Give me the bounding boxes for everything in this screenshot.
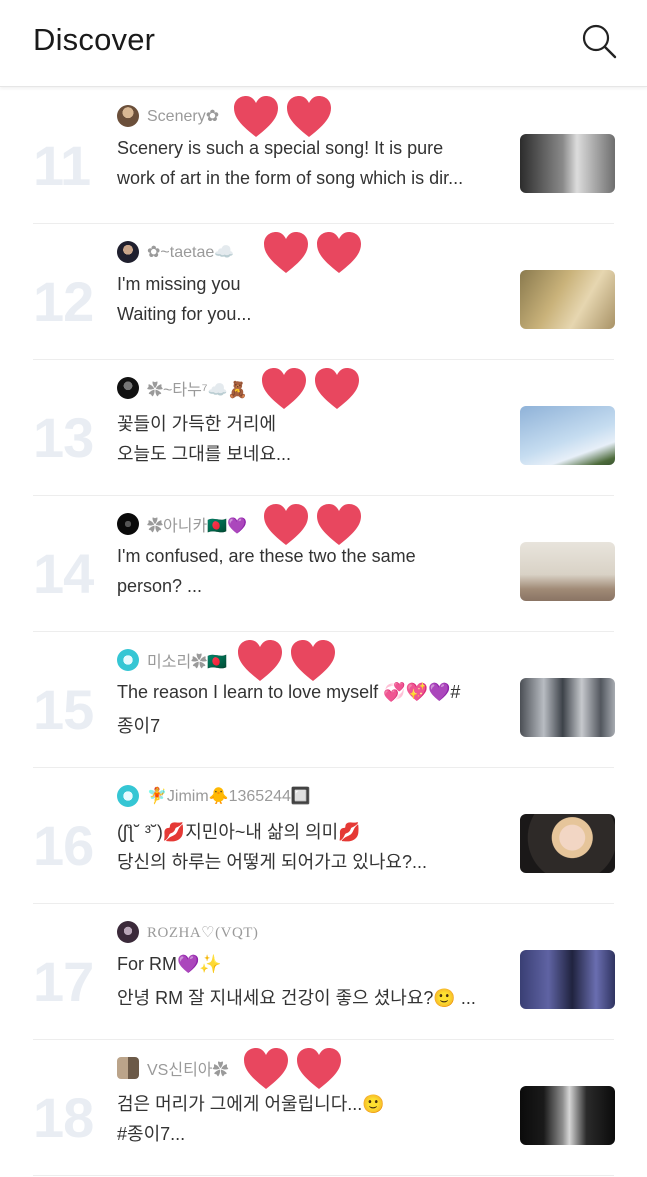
rank-number: 12 bbox=[33, 270, 94, 333]
heart-stickers bbox=[262, 502, 368, 548]
post-title: (ʃƪ˘ ³˘)💋지민아~내 삶의 의미💋 bbox=[117, 822, 361, 842]
list-item[interactable]: 18 VS신티아✿ 검은 머리가 그에게 어울립니다...🙂 #종이7... bbox=[0, 1040, 647, 1176]
username: 🧚Jimim🐥1365244🔲 bbox=[147, 788, 311, 805]
heart-stickers bbox=[262, 230, 368, 276]
heart-icon bbox=[317, 232, 361, 273]
rank-number: 11 bbox=[33, 134, 91, 197]
heart-icon bbox=[264, 504, 308, 545]
heart-icon bbox=[244, 1048, 288, 1089]
post-title: I'm confused, are these two the same bbox=[117, 546, 416, 566]
heart-icon bbox=[264, 232, 308, 273]
post-preview: work of art in the form of song which is… bbox=[117, 168, 464, 188]
heart-stickers bbox=[260, 366, 366, 412]
heart-icon bbox=[238, 640, 282, 681]
page-title: Discover bbox=[33, 22, 156, 57]
list-item[interactable]: 15 미소리✿🇧🇩 The reason I learn to love mys… bbox=[0, 632, 647, 768]
post-thumbnail[interactable] bbox=[520, 814, 615, 873]
post-thumbnail[interactable] bbox=[520, 270, 615, 329]
post-title: 검은 머리가 그에게 어울립니다...🙂 bbox=[117, 1094, 385, 1114]
heart-icon bbox=[234, 96, 278, 137]
heart-stickers bbox=[236, 638, 342, 684]
post-thumbnail[interactable] bbox=[520, 678, 615, 737]
avatar[interactable] bbox=[117, 1057, 139, 1079]
post-thumbnail[interactable] bbox=[520, 1086, 615, 1145]
divider bbox=[33, 1175, 614, 1176]
post-thumbnail[interactable] bbox=[520, 542, 615, 601]
post-preview: 당신의 하루는 어떻게 되어가고 있나요?... bbox=[117, 852, 427, 872]
username: ✿아니카🇧🇩💜 bbox=[147, 518, 248, 535]
author: ✿~taetae☁️ bbox=[117, 240, 234, 264]
post-title: 꽃들이 가득한 거리에 bbox=[117, 414, 277, 434]
heart-stickers bbox=[232, 94, 338, 140]
post-preview: #종이7... bbox=[117, 1124, 186, 1144]
post-title: Scenery is such a special song! It is pu… bbox=[117, 138, 444, 158]
heart-icon bbox=[291, 640, 335, 681]
post-preview: 오늘도 그대를 보네요... bbox=[117, 444, 292, 464]
author: 🧚Jimim🐥1365244🔲 bbox=[117, 784, 311, 808]
username: ROZHA♡(VQT) bbox=[147, 924, 259, 941]
list-item[interactable]: 14 ✿아니카🇧🇩💜 I'm confused, are these two t… bbox=[0, 496, 647, 632]
rank-number: 16 bbox=[33, 814, 94, 877]
username: 미소리✿🇧🇩 bbox=[147, 654, 228, 671]
avatar[interactable] bbox=[117, 105, 139, 127]
author: ✿~타누⁷☁️🧸 bbox=[117, 376, 247, 400]
post-title: For RM💜✨ bbox=[117, 954, 222, 974]
rank-number: 18 bbox=[33, 1086, 94, 1149]
author: ✿아니카🇧🇩💜 bbox=[117, 512, 247, 536]
heart-stickers bbox=[242, 1046, 348, 1092]
list-item[interactable]: 12 ✿~taetae☁️ I'm missing you Waiting fo… bbox=[0, 224, 647, 360]
app-header: Discover bbox=[0, 0, 647, 87]
post-thumbnail[interactable] bbox=[520, 406, 615, 465]
avatar[interactable] bbox=[117, 377, 139, 399]
post-preview: 종이7 bbox=[117, 716, 161, 736]
list-item[interactable]: 17 ROZHA♡(VQT) For RM💜✨ 안녕 RM 잘 지내세요 건강이… bbox=[0, 904, 647, 1040]
avatar[interactable] bbox=[117, 649, 139, 671]
post-title: The reason I learn to love myself 💞💖💜# bbox=[117, 682, 461, 702]
heart-icon bbox=[317, 504, 361, 545]
username: ✿~타누⁷☁️🧸 bbox=[147, 382, 248, 399]
heart-icon bbox=[297, 1048, 341, 1089]
list-item[interactable]: 16 🧚Jimim🐥1365244🔲 (ʃƪ˘ ³˘)💋지민아~내 삶의 의미💋… bbox=[0, 768, 647, 904]
avatar[interactable] bbox=[117, 513, 139, 535]
heart-icon bbox=[262, 368, 306, 409]
heart-icon bbox=[287, 96, 331, 137]
rank-number: 15 bbox=[33, 678, 94, 741]
username: ✿~taetae☁️ bbox=[147, 244, 235, 261]
list-item[interactable]: 11 Scenery✿ Scenery is such a special so… bbox=[0, 88, 647, 224]
post-preview: Waiting for you... bbox=[117, 304, 252, 324]
post-thumbnail[interactable] bbox=[520, 950, 615, 1009]
rank-number: 13 bbox=[33, 406, 94, 469]
post-preview: 안녕 RM 잘 지내세요 건강이 좋으 셨나요?🙂 ... bbox=[117, 988, 476, 1008]
list-item[interactable]: 13 ✿~타누⁷☁️🧸 꽃들이 가득한 거리에 오늘도 그대를 보네요... bbox=[0, 360, 647, 496]
post-title: I'm missing you bbox=[117, 274, 241, 294]
search-icon[interactable] bbox=[580, 22, 618, 60]
heart-icon bbox=[315, 368, 359, 409]
avatar[interactable] bbox=[117, 921, 139, 943]
rank-number: 14 bbox=[33, 542, 94, 605]
rank-number: 17 bbox=[33, 950, 94, 1013]
author: VS신티아✿ bbox=[117, 1056, 229, 1080]
post-thumbnail[interactable] bbox=[520, 134, 615, 193]
author: Scenery✿ bbox=[117, 104, 219, 128]
author: ROZHA♡(VQT) bbox=[117, 920, 258, 944]
author: 미소리✿🇧🇩 bbox=[117, 648, 227, 672]
username: VS신티아✿ bbox=[147, 1062, 229, 1079]
post-list: 11 Scenery✿ Scenery is such a special so… bbox=[0, 88, 647, 1176]
post-preview: person? ... bbox=[117, 576, 203, 596]
avatar[interactable] bbox=[117, 241, 139, 263]
avatar[interactable] bbox=[117, 785, 139, 807]
username: Scenery✿ bbox=[147, 108, 220, 125]
